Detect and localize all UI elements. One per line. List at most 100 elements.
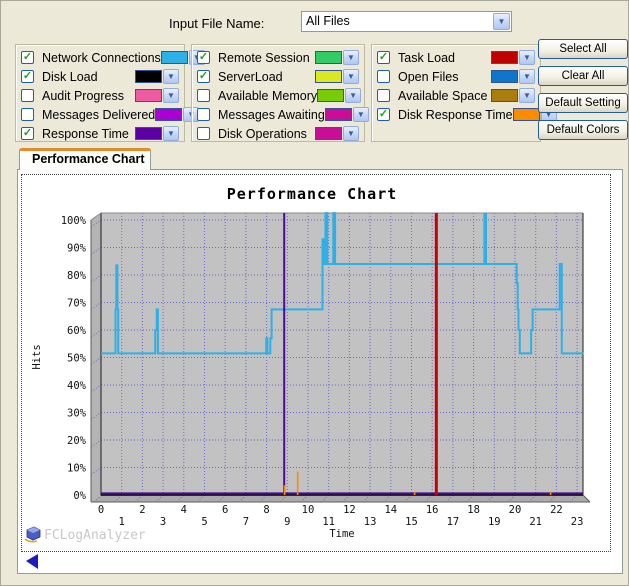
series-label: Disk Response Time <box>398 108 513 122</box>
color-dropdown-available-space[interactable]: ▼ <box>491 88 535 103</box>
series-group-3: ✓Task Load▼Open Files▼Available Space▼✓D… <box>371 44 541 142</box>
default-setting-button[interactable]: Default Setting <box>538 93 628 113</box>
color-swatch[interactable] <box>155 108 182 121</box>
svg-text:23: 23 <box>571 516 584 528</box>
checkbox-network-connections[interactable]: ✓ <box>21 51 34 64</box>
tab-label: Performance Chart <box>32 152 145 166</box>
color-swatch[interactable] <box>135 70 162 83</box>
checkbox-messages-delivered[interactable] <box>21 108 34 121</box>
chevron-down-icon[interactable]: ▼ <box>163 69 179 84</box>
chart-panel: Performance Chart0%10%20%30%40%50%60%70%… <box>21 174 611 552</box>
input-file-label: Input File Name: <box>169 16 264 31</box>
series-row: ✓ Disk Load ▼ <box>16 67 184 86</box>
checkbox-available-memory[interactable] <box>197 89 210 102</box>
series-row: Available Memory▼ <box>192 86 364 105</box>
checkbox-messages-awaiting[interactable] <box>197 108 210 121</box>
svg-text:7: 7 <box>243 516 249 528</box>
chevron-down-icon[interactable]: ▼ <box>343 50 359 65</box>
series-row: ✓Network Connections▼ <box>16 48 184 67</box>
color-dropdown-response-time[interactable]: ▼ <box>135 126 179 141</box>
app-window: Input File Name: All Files ▼ ✓Network Co… <box>0 0 629 586</box>
color-swatch[interactable] <box>315 51 342 64</box>
series-row: ✓ Response Time ▼ <box>16 124 184 143</box>
checkbox-remote-session[interactable]: ✓ <box>197 51 210 64</box>
svg-text:2: 2 <box>139 504 145 516</box>
color-swatch[interactable] <box>491 51 518 64</box>
checkbox-task-load[interactable]: ✓ <box>377 51 390 64</box>
svg-text:6: 6 <box>222 504 228 516</box>
chevron-down-icon[interactable]: ▼ <box>345 88 361 103</box>
svg-text:100%: 100% <box>61 215 87 227</box>
color-swatch[interactable] <box>513 108 540 121</box>
series-row: Available Space ▼ <box>372 86 540 105</box>
svg-text:16: 16 <box>426 504 439 516</box>
series-label: Messages Delivered <box>42 108 155 122</box>
input-file-value: All Files <box>306 14 350 28</box>
series-label: Available Space <box>398 89 491 103</box>
checkbox-audit-progress[interactable] <box>21 89 34 102</box>
color-dropdown-audit-progress[interactable]: ▼ <box>135 88 179 103</box>
color-swatch[interactable] <box>325 108 352 121</box>
color-swatch[interactable] <box>135 89 162 102</box>
svg-text:18: 18 <box>467 504 480 516</box>
series-label: Open Files <box>398 70 491 84</box>
prev-page-arrow-icon[interactable] <box>26 554 38 569</box>
series-row: Messages Delivered▼ <box>16 105 184 124</box>
series-label: Response Time <box>42 127 135 141</box>
svg-text:1: 1 <box>119 516 125 528</box>
series-group-2: ✓Remote Session▼✓ServerLoad▼Available Me… <box>191 44 365 142</box>
series-row: ✓ ServerLoad ▼ <box>192 67 364 86</box>
color-dropdown-remote-session[interactable]: ▼ <box>315 50 359 65</box>
svg-text:20%: 20% <box>67 435 87 447</box>
svg-text:10%: 10% <box>67 463 87 475</box>
color-swatch[interactable] <box>135 127 162 140</box>
chevron-down-icon[interactable]: ▼ <box>519 69 535 84</box>
checkbox-disk-operations[interactable] <box>197 127 210 140</box>
color-dropdown-serverload[interactable]: ▼ <box>315 69 359 84</box>
color-dropdown-task-load[interactable]: ▼ <box>491 50 535 65</box>
chevron-down-icon[interactable]: ▼ <box>343 69 359 84</box>
color-dropdown-messages-awaiting[interactable]: ▼ <box>325 107 369 122</box>
series-label: ServerLoad <box>218 70 315 84</box>
chevron-down-icon[interactable]: ▼ <box>353 107 369 122</box>
checkbox-serverload[interactable]: ✓ <box>197 70 210 83</box>
default-colors-button[interactable]: Default Colors <box>538 120 628 140</box>
chevron-down-icon[interactable]: ▼ <box>493 13 510 30</box>
checkbox-response-time[interactable]: ✓ <box>21 127 34 140</box>
color-dropdown-available-memory[interactable]: ▼ <box>317 88 361 103</box>
checkbox-open-files[interactable] <box>377 70 390 83</box>
series-row: Audit Progress▼ <box>16 86 184 105</box>
color-dropdown-open-files[interactable]: ▼ <box>491 69 535 84</box>
color-swatch[interactable] <box>315 127 342 140</box>
performance-chart-plot: Performance Chart0%10%20%30%40%50%60%70%… <box>22 175 610 551</box>
color-dropdown-disk-operations[interactable]: ▼ <box>315 126 359 141</box>
svg-text:3: 3 <box>160 516 166 528</box>
clear-all-button[interactable]: Clear All <box>538 66 628 86</box>
svg-text:20: 20 <box>509 504 522 516</box>
checkbox-available-space[interactable] <box>377 89 390 102</box>
svg-text:12: 12 <box>343 504 356 516</box>
select-all-button[interactable]: Select All <box>538 39 628 59</box>
svg-text:22: 22 <box>550 504 563 516</box>
svg-text:60%: 60% <box>67 325 87 337</box>
color-swatch[interactable] <box>161 51 188 64</box>
tab-performance-chart[interactable]: Performance Chart <box>19 148 151 170</box>
color-swatch[interactable] <box>317 89 344 102</box>
series-label: Disk Load <box>42 70 135 84</box>
svg-text:15: 15 <box>405 516 418 528</box>
chevron-down-icon[interactable]: ▼ <box>163 88 179 103</box>
svg-text:Hits: Hits <box>31 344 43 369</box>
svg-text:17: 17 <box>447 516 460 528</box>
color-swatch[interactable] <box>491 89 518 102</box>
checkbox-disk-load[interactable]: ✓ <box>21 70 34 83</box>
input-file-dropdown[interactable]: All Files ▼ <box>301 11 512 32</box>
svg-text:70%: 70% <box>67 298 87 310</box>
color-swatch[interactable] <box>491 70 518 83</box>
color-swatch[interactable] <box>315 70 342 83</box>
chevron-down-icon[interactable]: ▼ <box>343 126 359 141</box>
color-dropdown-disk-load[interactable]: ▼ <box>135 69 179 84</box>
checkbox-disk-response-time[interactable]: ✓ <box>377 108 390 121</box>
chevron-down-icon[interactable]: ▼ <box>519 88 535 103</box>
chevron-down-icon[interactable]: ▼ <box>519 50 535 65</box>
chevron-down-icon[interactable]: ▼ <box>163 126 179 141</box>
